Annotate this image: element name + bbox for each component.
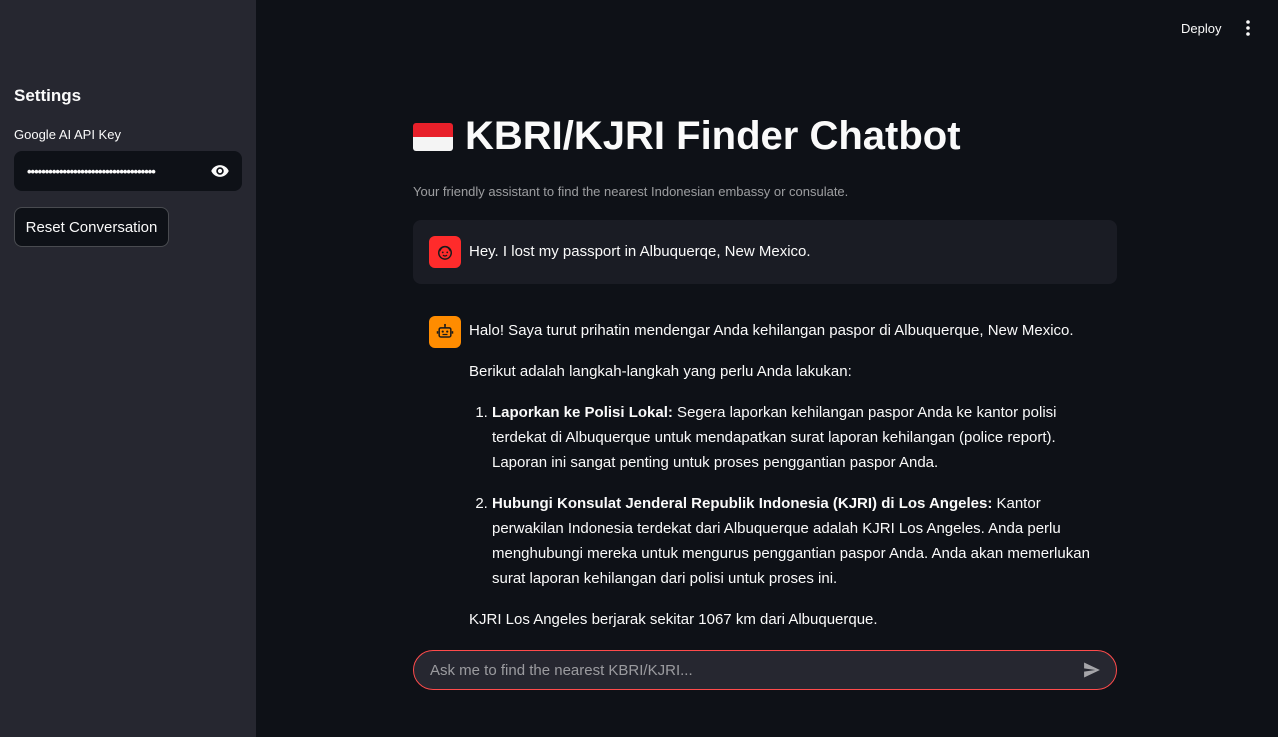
assistant-message: Halo! Saya turut prihatin mendengar Anda…	[469, 318, 1109, 648]
assistant-lead: Berikut adalah langkah-langkah yang perl…	[469, 363, 852, 380]
step-title: Hubungi Konsulat Jenderal Republik Indon…	[492, 495, 993, 512]
steps-list: Laporkan ke Polisi Lokal: Segera laporka…	[469, 400, 1109, 591]
sidebar-title: Settings	[14, 86, 82, 105]
api-key-label: Google AI API Key	[14, 127, 121, 142]
page-caption: Your friendly assistant to find the near…	[413, 184, 849, 199]
page-title: KBRI/KJRI Finder Chatbot	[413, 114, 961, 159]
user-message-text: Hey. I lost my passport in Albuquerqe, N…	[469, 243, 811, 260]
indonesia-flag-icon	[413, 122, 453, 151]
assistant-intro: Halo! Saya turut prihatin mendengar Anda…	[469, 322, 1074, 339]
user-message: Hey. I lost my passport in Albuquerqe, N…	[413, 220, 1117, 284]
send-icon[interactable]	[1080, 658, 1104, 682]
step-title: Laporkan ke Polisi Lokal:	[492, 404, 673, 421]
page-title-text: KBRI/KJRI Finder Chatbot	[465, 114, 961, 158]
list-item: Laporkan ke Polisi Lokal: Segera laporka…	[492, 400, 1109, 475]
list-item: Hubungi Konsulat Jenderal Republik Indon…	[492, 491, 1109, 591]
more-vertical-icon[interactable]	[1237, 16, 1259, 40]
user-face-icon	[429, 236, 461, 268]
chat-input[interactable]	[430, 661, 1080, 679]
robot-icon	[429, 316, 461, 348]
sidebar: Settings Google AI API Key •••••••••••••…	[0, 0, 256, 737]
deploy-button[interactable]: Deploy	[1172, 16, 1230, 40]
api-key-field[interactable]: ••••••••••••••••••••••••••••••••••••	[14, 151, 242, 191]
assistant-closing: KJRI Los Angeles berjarak sekitar 1067 k…	[469, 611, 878, 628]
eye-icon[interactable]	[208, 159, 232, 183]
reset-conversation-button[interactable]: Reset Conversation	[14, 207, 169, 247]
api-key-value[interactable]: ••••••••••••••••••••••••••••••••••••	[27, 164, 208, 179]
chat-input-container[interactable]	[413, 650, 1117, 690]
